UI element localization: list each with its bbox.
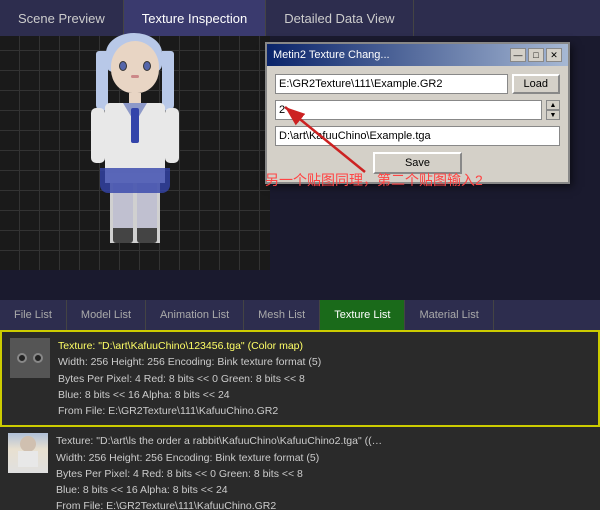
- scene-preview: [0, 36, 270, 270]
- dialog-close-btn[interactable]: ✕: [546, 48, 562, 62]
- number-row: ▲ ▼: [275, 100, 560, 120]
- texture-thumb-2: [8, 433, 48, 473]
- file-path-input[interactable]: [275, 74, 508, 94]
- texture-line4-2: Blue: 8 bits << 16 Alpha: 8 bits << 24: [56, 482, 592, 498]
- tab-material-list[interactable]: Material List: [405, 300, 493, 330]
- char-tie: [131, 108, 139, 143]
- texture-item-1[interactable]: Texture: "D:\art\KafuuChino\123456.tga" …: [0, 330, 600, 427]
- thumb-eye-left: [17, 353, 27, 363]
- texture-info-1: Texture: "D:\art\KafuuChino\123456.tga" …: [58, 338, 590, 419]
- load-button[interactable]: Load: [512, 74, 560, 94]
- char-hair-side-right: [162, 51, 174, 111]
- dialog-titlebar: Metin2 Texture Chang... — □ ✕: [267, 44, 568, 66]
- file-path-row: Load: [275, 74, 560, 94]
- char-hair-side-left: [96, 51, 108, 111]
- texture-line4-1: Blue: 8 bits << 16 Alpha: 8 bits << 24: [58, 387, 590, 403]
- tab-detailed-data-view[interactable]: Detailed Data View: [266, 0, 413, 36]
- dialog-minimize-btn[interactable]: —: [510, 48, 526, 62]
- char-body: [105, 103, 165, 183]
- tab-mesh-list[interactable]: Mesh List: [244, 300, 320, 330]
- character-model: [75, 41, 195, 251]
- thumb-eyes: [17, 353, 43, 363]
- texture-line5-2: From File: E:\GR2Texture\111\KafuuChino.…: [56, 498, 592, 510]
- texture-line5-1: From File: E:\GR2Texture\111\KafuuChino.…: [58, 403, 590, 419]
- texture-thumb-1: [10, 338, 50, 378]
- char-head: [111, 41, 159, 93]
- texture-list: Texture: "D:\art\KafuuChino\123456.tga" …: [0, 330, 600, 510]
- texture-line3-1: Bytes Per Pixel: 4 Red: 8 bits << 0 Gree…: [58, 371, 590, 387]
- tab-texture-list[interactable]: Texture List: [320, 300, 405, 330]
- texture-line1-2: Texture: "D:\art\ls the order a rabbit\K…: [56, 433, 592, 449]
- texture-line1-1: Texture: "D:\art\KafuuChino\123456.tga" …: [58, 338, 590, 354]
- top-tab-bar: Scene Preview Texture Inspection Detaile…: [0, 0, 600, 36]
- dialog-content: Load ▲ ▼ Save: [267, 66, 568, 182]
- texture-path-input[interactable]: [275, 126, 560, 146]
- tab-animation-list[interactable]: Animation List: [146, 300, 244, 330]
- number-input[interactable]: [275, 100, 542, 120]
- texture-line2-2: Width: 256 Height: 256 Encoding: Bink te…: [56, 450, 592, 466]
- dialog-controls: — □ ✕: [510, 48, 562, 62]
- tab-model-list[interactable]: Model List: [67, 300, 146, 330]
- tab-file-list[interactable]: File List: [0, 300, 67, 330]
- thumb-eye-right: [33, 353, 43, 363]
- texture-info-2: Texture: "D:\art\ls the order a rabbit\K…: [56, 433, 592, 510]
- texture-line2-1: Width: 256 Height: 256 Encoding: Bink te…: [58, 354, 590, 370]
- char-uniform: [105, 103, 165, 173]
- save-button[interactable]: Save: [373, 152, 462, 174]
- texture-line3-2: Bytes Per Pixel: 4 Red: 8 bits << 0 Gree…: [56, 466, 592, 482]
- dialog-maximize-btn[interactable]: □: [528, 48, 544, 62]
- texture-item-2[interactable]: Texture: "D:\art\ls the order a rabbit\K…: [0, 427, 600, 510]
- tab-texture-inspection[interactable]: Texture Inspection: [124, 0, 267, 36]
- spinner-up-btn[interactable]: ▲: [546, 100, 560, 110]
- spinner: ▲ ▼: [546, 100, 560, 120]
- dialog-title: Metin2 Texture Chang...: [273, 49, 390, 61]
- texture-change-dialog: Metin2 Texture Chang... — □ ✕ Load ▲ ▼ S…: [265, 42, 570, 184]
- spinner-down-btn[interactable]: ▼: [546, 110, 560, 120]
- tab-scene-preview[interactable]: Scene Preview: [0, 0, 124, 36]
- texture-path-row: [275, 126, 560, 146]
- bottom-tab-bar: File List Model List Animation List Mesh…: [0, 300, 600, 330]
